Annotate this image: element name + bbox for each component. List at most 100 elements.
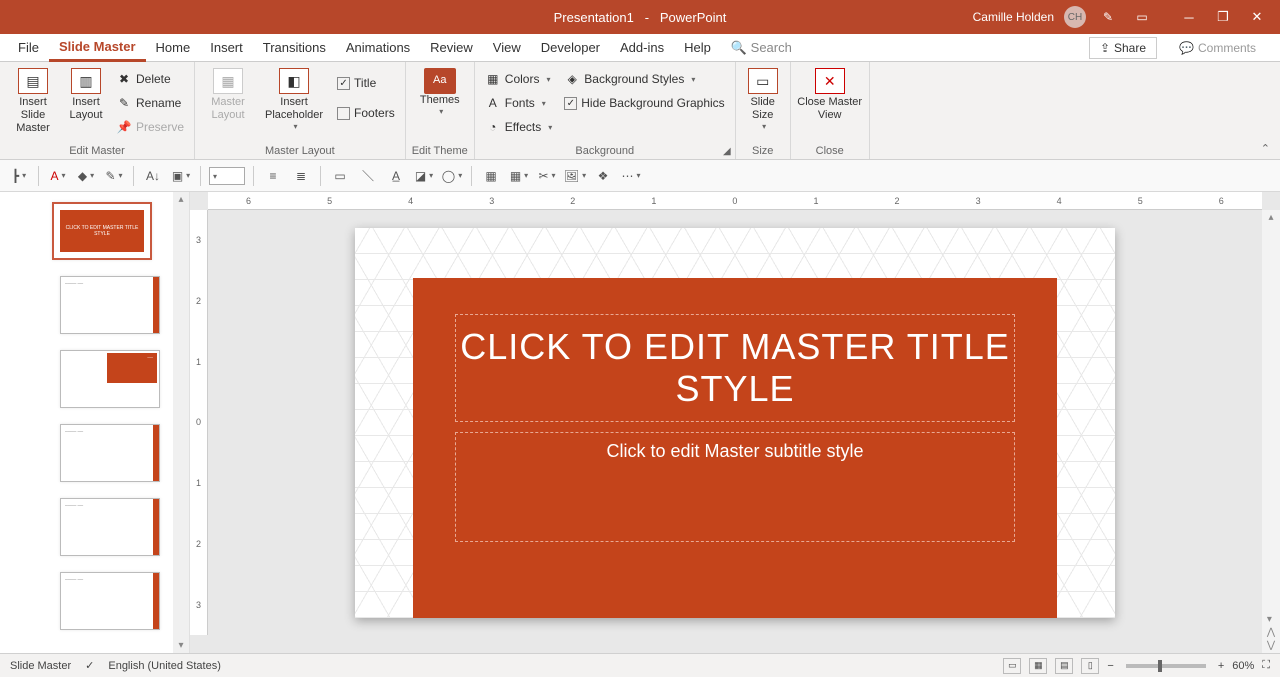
master-subtitle-placeholder[interactable]: Click to edit Master subtitle style xyxy=(455,432,1015,542)
slide-master-icon: ▤ xyxy=(18,68,48,94)
chart-button[interactable]: ▦ xyxy=(480,166,502,186)
preserve-button[interactable]: 📌Preserve xyxy=(112,116,188,138)
shape-outline-button[interactable]: ◯ xyxy=(441,166,463,186)
zoom-level[interactable]: 60% xyxy=(1232,660,1254,672)
sort-button[interactable]: A↓ xyxy=(142,166,164,186)
check-icon xyxy=(337,107,350,120)
minimize-button[interactable]: ─ xyxy=(1174,6,1204,28)
themes-button[interactable]: Aa Themes xyxy=(413,66,467,117)
thumb-layout-5[interactable]: ──── ── xyxy=(60,572,160,630)
thumb-layout-3[interactable]: ──── ── xyxy=(60,424,160,482)
rename-button[interactable]: ✎Rename xyxy=(112,92,188,114)
vertical-scrollbar[interactable]: ▴ ▾ ⋀ ⋁ xyxy=(1262,210,1280,653)
slide-size-button[interactable]: ▭ Slide Size xyxy=(742,66,784,132)
tab-developer[interactable]: Developer xyxy=(531,34,610,62)
shapes-button[interactable]: ◪ xyxy=(413,166,435,186)
scroll-down-icon[interactable]: ▾ xyxy=(1267,614,1275,625)
share-button[interactable]: ⇪Share xyxy=(1089,37,1157,59)
thumb-layout-2[interactable]: ── xyxy=(60,350,160,408)
comment-icon: 💬 xyxy=(1179,41,1194,55)
table-button[interactable]: ▦ xyxy=(508,166,530,186)
color-picker[interactable] xyxy=(209,167,245,185)
tab-view[interactable]: View xyxy=(483,34,531,62)
prev-slide-icon[interactable]: ⋀ xyxy=(1267,627,1275,638)
bg-styles-icon: ◈ xyxy=(564,71,580,87)
ribbon-display-icon[interactable]: ▭ xyxy=(1130,6,1154,28)
effects-button[interactable]: ◔Effects xyxy=(481,116,556,138)
tab-animations[interactable]: Animations xyxy=(336,34,420,62)
next-slide-icon[interactable]: ⋁ xyxy=(1267,640,1275,651)
close-icon: ✕ xyxy=(815,68,845,94)
tab-insert[interactable]: Insert xyxy=(200,34,253,62)
line-button[interactable]: ＼ xyxy=(357,166,379,186)
user-name[interactable]: Camille Holden xyxy=(973,10,1054,24)
background-styles-button[interactable]: ◈Background Styles xyxy=(560,68,728,90)
fonts-button[interactable]: AFonts xyxy=(481,92,556,114)
delete-button[interactable]: ✖Delete xyxy=(112,68,188,90)
tab-home[interactable]: Home xyxy=(146,34,201,62)
fit-window-button[interactable]: ⛶ xyxy=(1262,659,1270,672)
titlebar: Presentation1 - PowerPoint Camille Holde… xyxy=(0,0,1280,34)
tab-review[interactable]: Review xyxy=(420,34,483,62)
close-window-button[interactable]: ✕ xyxy=(1242,6,1272,28)
font-color-button[interactable]: A xyxy=(47,166,69,186)
thumb-layout-1[interactable]: ──── ── xyxy=(60,276,160,334)
app-name: PowerPoint xyxy=(660,10,726,25)
zoom-slider[interactable] xyxy=(1126,664,1206,668)
align-left-button[interactable]: ≡ xyxy=(262,166,284,186)
arrange-button[interactable]: ▣ xyxy=(170,166,192,186)
thumb-master[interactable]: CLICK TO EDIT MASTER TITLE STYLE xyxy=(52,202,152,260)
search-box[interactable]: 🔍 Search xyxy=(721,34,802,62)
smartart-button[interactable]: ❖ xyxy=(592,166,614,186)
textbox-button[interactable]: A̲ xyxy=(385,166,407,186)
align-right-button[interactable]: ≣ xyxy=(290,166,312,186)
title-checkbox[interactable]: ✓Title xyxy=(333,72,399,94)
tab-addins[interactable]: Add-ins xyxy=(610,34,674,62)
crop-button[interactable]: ✂ xyxy=(536,166,558,186)
sorter-view-button[interactable]: ▦ xyxy=(1029,658,1047,674)
document-name: Presentation1 xyxy=(554,10,634,25)
tab-file[interactable]: File xyxy=(8,34,49,62)
thumb-scrollbar[interactable]: ▴▾ xyxy=(173,192,189,653)
scroll-up-icon[interactable]: ▴ xyxy=(178,194,183,205)
tab-help[interactable]: Help xyxy=(674,34,721,62)
accessibility-icon[interactable]: ✓ xyxy=(85,659,94,672)
rectangle-button[interactable]: ▭ xyxy=(329,166,351,186)
slideshow-button[interactable]: ▯ xyxy=(1081,658,1099,674)
normal-view-button[interactable]: ▭ xyxy=(1003,658,1021,674)
colors-button[interactable]: ▦Colors xyxy=(481,68,556,90)
tab-transitions[interactable]: Transitions xyxy=(253,34,336,62)
align-menu[interactable]: ┣ xyxy=(8,166,30,186)
master-title-placeholder[interactable]: CLICK TO EDIT MASTER TITLE STYLE xyxy=(455,314,1015,422)
status-language[interactable]: English (United States) xyxy=(108,660,221,672)
draw-icon[interactable]: ✎ xyxy=(1096,6,1120,28)
tab-slide-master[interactable]: Slide Master xyxy=(49,34,146,62)
ribbon-tabs: File Slide Master Home Insert Transition… xyxy=(0,34,1280,62)
ribbon: ▤ Insert Slide Master ▥ Insert Layout ✖D… xyxy=(0,62,1280,160)
zoom-in-button[interactable]: + xyxy=(1218,660,1224,672)
restore-button[interactable]: ❐ xyxy=(1208,6,1238,28)
insert-slide-master-button[interactable]: ▤ Insert Slide Master xyxy=(6,66,60,136)
picture-button[interactable]: 🖼 xyxy=(564,166,586,186)
rename-icon: ✎ xyxy=(116,95,132,111)
group-background: ▦Colors AFonts ◔Effects ◈Background Styl… xyxy=(475,62,736,159)
comments-button[interactable]: 💬Comments xyxy=(1169,37,1266,59)
collapse-ribbon-icon[interactable]: ⌃ xyxy=(1261,142,1270,155)
outline-button[interactable]: ✎ xyxy=(103,166,125,186)
group-edit-theme: Aa Themes Edit Theme xyxy=(406,62,475,159)
zoom-out-button[interactable]: − xyxy=(1107,660,1113,672)
scroll-down-icon[interactable]: ▾ xyxy=(178,640,183,651)
close-master-view-button[interactable]: ✕ Close Master View xyxy=(797,66,863,122)
scroll-up-icon[interactable]: ▴ xyxy=(1268,212,1273,223)
fill-color-button[interactable]: ◆ xyxy=(75,166,97,186)
footers-checkbox[interactable]: Footers xyxy=(333,102,399,124)
user-avatar[interactable]: CH xyxy=(1064,6,1086,28)
thumb-layout-4[interactable]: ──── ── xyxy=(60,498,160,556)
slide-canvas[interactable]: CLICK TO EDIT MASTER TITLE STYLE Click t… xyxy=(355,228,1115,618)
insert-placeholder-button[interactable]: ◧ Insert Placeholder xyxy=(259,66,329,132)
dialog-launcher-icon[interactable]: ◢ xyxy=(723,146,731,157)
insert-layout-button[interactable]: ▥ Insert Layout xyxy=(64,66,108,122)
more-button[interactable]: ⋯ xyxy=(620,166,642,186)
hide-background-checkbox[interactable]: ✓Hide Background Graphics xyxy=(560,92,728,114)
reading-view-button[interactable]: ▤ xyxy=(1055,658,1073,674)
